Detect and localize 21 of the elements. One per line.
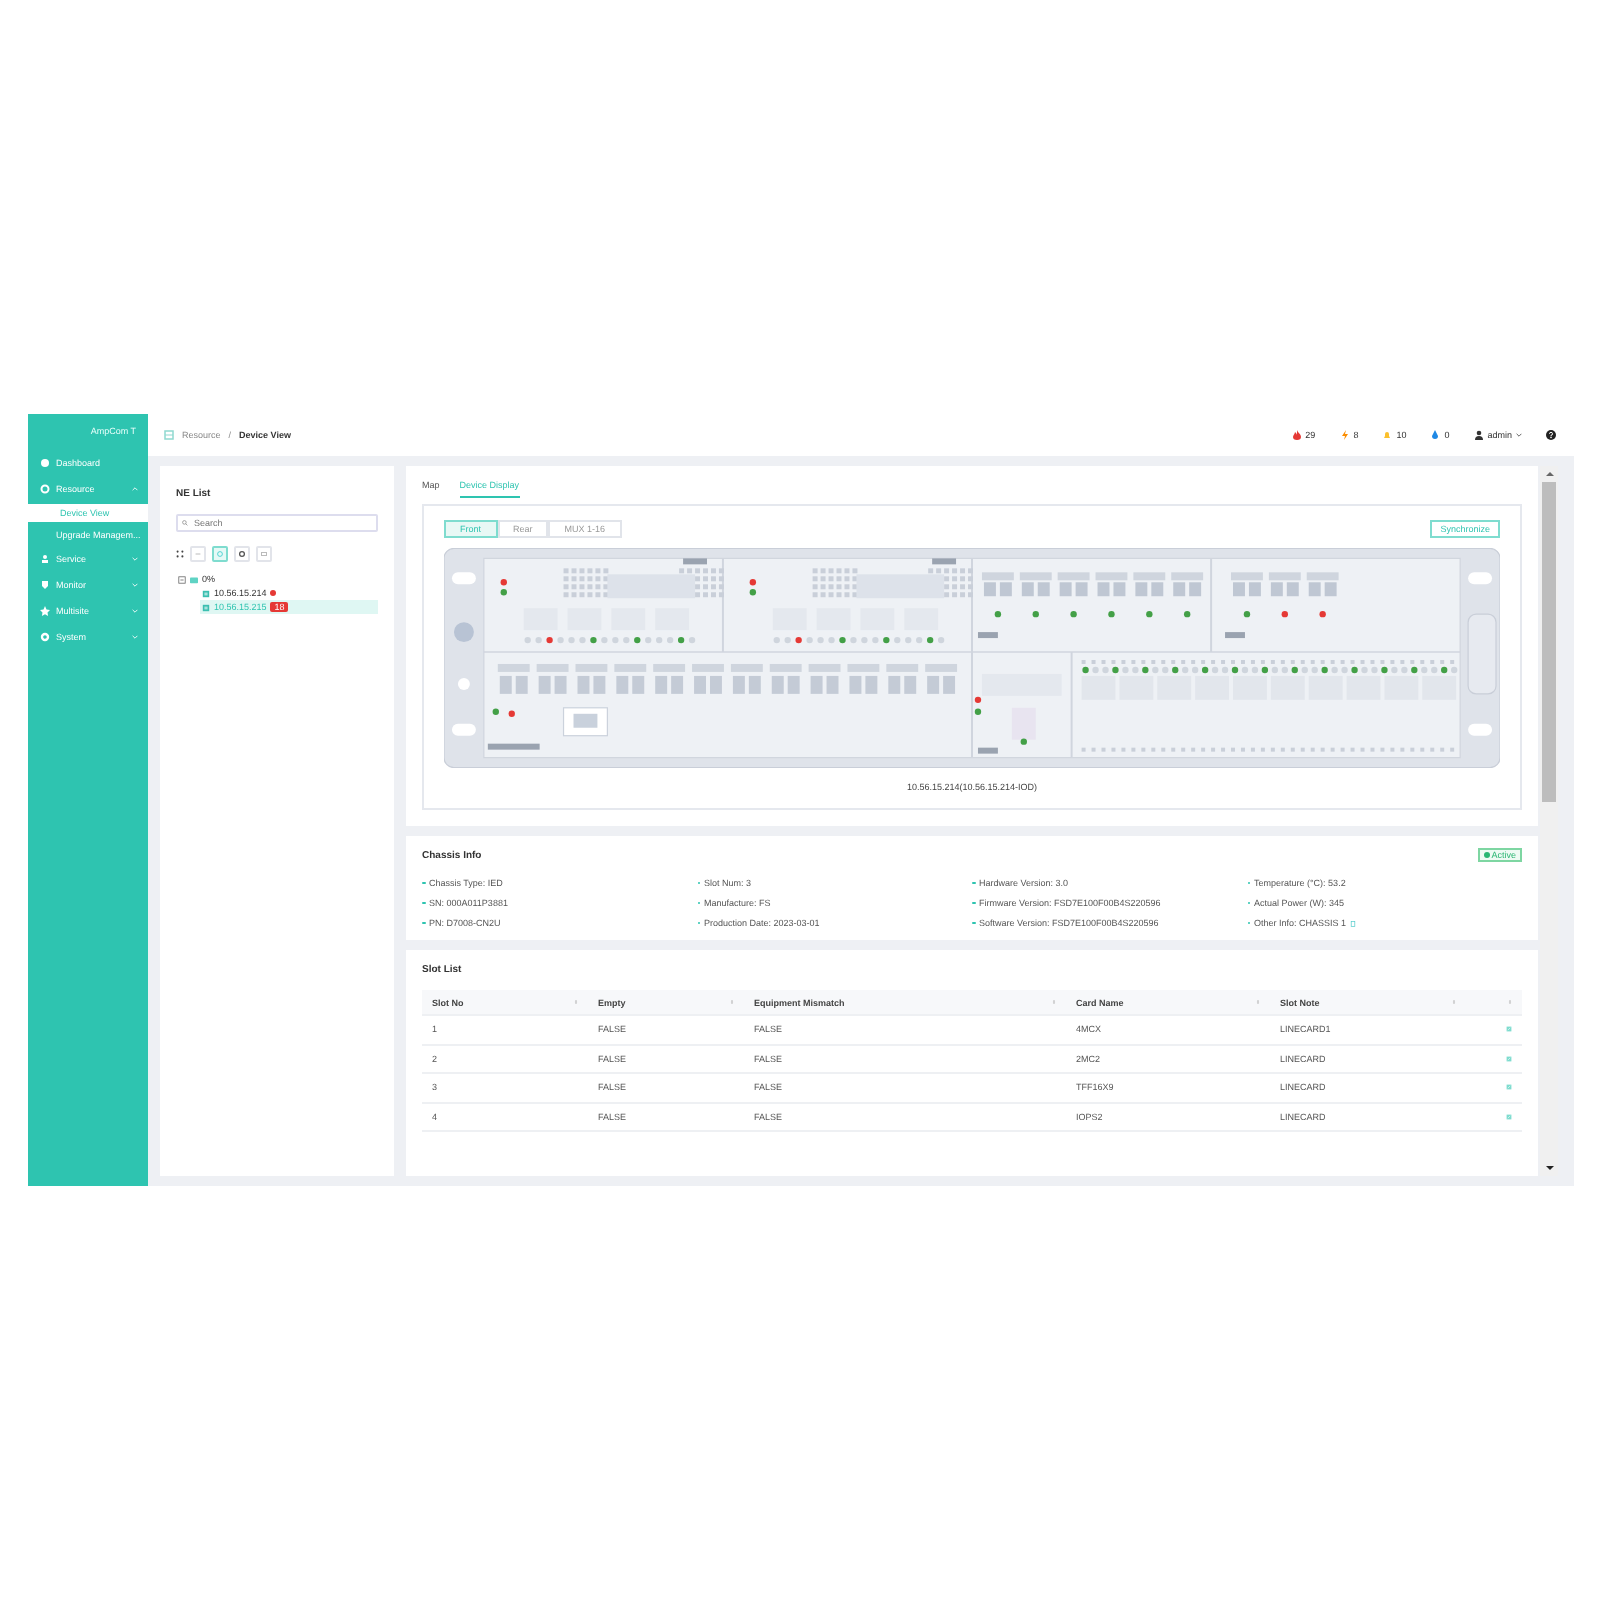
search-icon <box>182 520 188 526</box>
menu-icon <box>164 430 174 440</box>
device-icon <box>202 603 210 611</box>
device-icon <box>202 589 210 597</box>
person-icon <box>40 554 50 564</box>
copy-icon[interactable] <box>1350 919 1357 927</box>
edit-icon[interactable] <box>1506 1113 1512 1120</box>
folder-icon <box>190 575 198 583</box>
caret-icon <box>1516 432 1522 438</box>
scroll-thumb[interactable] <box>1542 482 1556 802</box>
expand-icon[interactable] <box>260 550 268 558</box>
user-icon <box>1473 430 1484 440</box>
edit-icon[interactable] <box>1506 1084 1512 1091</box>
edit-icon[interactable] <box>1506 1026 1512 1033</box>
star-icon <box>40 606 50 616</box>
dashboard-icon <box>40 458 50 468</box>
shield-icon <box>40 580 50 590</box>
edit-icon[interactable] <box>1506 1055 1512 1062</box>
help-icon[interactable] <box>1546 430 1556 440</box>
grid-icon <box>176 550 184 558</box>
scrollbar[interactable] <box>1540 466 1558 1176</box>
